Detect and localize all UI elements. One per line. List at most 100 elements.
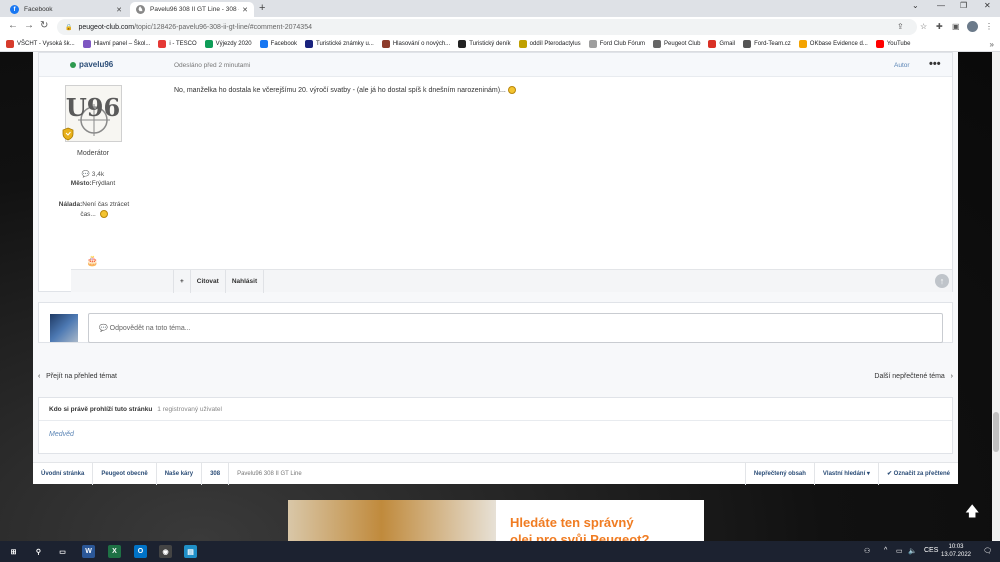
url-host: peugeot-club.com: [78, 23, 135, 31]
bookmark-item[interactable]: Ford Club Fórum: [588, 40, 645, 48]
bookmark-item[interactable]: Facebook: [259, 40, 297, 48]
address-bar[interactable]: 🔒 peugeot-club.com/topic/128426-pavelu96…: [57, 19, 917, 35]
add-reaction-button[interactable]: +: [173, 269, 190, 293]
outlook-icon[interactable]: O: [134, 545, 147, 558]
bookmark-item[interactable]: i - TESCO: [158, 40, 197, 48]
reply-box: 💬 Odpovědět na toto téma...: [38, 302, 953, 343]
mark-read-button[interactable]: ✔ Označit za přečtené: [877, 462, 958, 485]
bookmark-item[interactable]: Hlavní panel – Škol...: [82, 40, 150, 48]
bookmark-favicon-icon: [875, 40, 884, 48]
breadcrumb-item[interactable]: Peugeot obecně: [93, 462, 157, 485]
reload-icon[interactable]: ↻: [40, 20, 48, 31]
people-icon[interactable]: ⚇: [864, 547, 870, 555]
prev-topic-label: Přejít na přehled témat: [46, 373, 117, 380]
minimize-button[interactable]: —: [937, 1, 945, 10]
author-role: Moderátor: [77, 150, 109, 157]
chrome-icon[interactable]: ◉: [159, 545, 172, 558]
bookmark-item[interactable]: oddíl Pterodactylus: [518, 40, 581, 48]
close-tab-icon[interactable]: ✕: [116, 6, 122, 14]
author-post-count: 💬 3,4k: [81, 171, 105, 178]
bookmark-item[interactable]: Ford-Team.cz: [743, 40, 791, 48]
bookmark-label: Turistický deník: [469, 41, 511, 47]
search-icon[interactable]: ⚲: [32, 545, 45, 558]
bookmark-favicon-icon: [381, 40, 390, 48]
new-tab-button[interactable]: +: [259, 2, 265, 14]
tab-peugeot-topic[interactable]: ♞ Pavelu96 308 II GT Line - 308 - Pe ✕: [130, 2, 254, 17]
post-author-link[interactable]: pavelu96: [79, 60, 113, 69]
next-unread-link[interactable]: Další nepřečtené téma ›: [874, 373, 953, 380]
post-header: pavelu96 Odesláno před 2 minutami Autor …: [39, 53, 952, 77]
peugeot-lion-icon: ♞: [136, 5, 145, 14]
breadcrumb-item[interactable]: Úvodní stránka: [33, 462, 94, 485]
windows-start-icon[interactable]: ⊞: [7, 545, 20, 558]
forward-icon[interactable]: →: [24, 20, 34, 31]
menu-dots-icon[interactable]: ⋮: [985, 22, 993, 31]
bookmark-label: Gmail: [719, 41, 736, 47]
scroll-to-top-icon[interactable]: ↑: [935, 274, 949, 288]
bookmark-item[interactable]: Turistický deník: [458, 40, 511, 48]
breadcrumb-item[interactable]: Naše káry: [157, 462, 203, 485]
bookmark-favicon-icon: [708, 40, 717, 48]
current-user-avatar: [50, 314, 78, 342]
bookmark-item[interactable]: Hlasování o nových...: [381, 40, 450, 48]
extensions-icon[interactable]: ✚: [936, 22, 943, 31]
bookmark-item[interactable]: YouTube: [875, 40, 910, 48]
bookmark-item[interactable]: Peugeot Club: [653, 40, 700, 48]
clock[interactable]: 10:03 13.07.2022: [940, 543, 972, 559]
maximize-button[interactable]: ❐: [960, 1, 967, 10]
bookmark-star-icon[interactable]: ☆: [920, 22, 927, 31]
viewer-user-link[interactable]: Medvěd: [49, 431, 74, 438]
advertisement-banner[interactable]: Hledáte ten správný olej pro svůj Peugeo…: [288, 500, 704, 541]
prev-topic-link[interactable]: ‹ Přejít na přehled témat: [38, 373, 117, 380]
city-value: Frýdlant: [91, 180, 116, 187]
reply-input[interactable]: 💬 Odpovědět na toto téma...: [88, 313, 943, 343]
lock-icon: 🔒: [65, 24, 73, 31]
bookmark-item[interactable]: Výjezdy 2020: [204, 40, 252, 48]
city-label: Město:: [70, 180, 92, 187]
share-icon[interactable]: ⇪: [897, 22, 904, 31]
bookmark-favicon-icon: [798, 40, 807, 48]
notifications-icon[interactable]: 🗨: [983, 547, 992, 555]
bookmark-label: oddíl Pterodactylus: [529, 41, 581, 47]
bookmark-item[interactable]: OKbase Evidence d...: [798, 40, 868, 48]
tray-chevron-icon[interactable]: ^: [884, 547, 887, 554]
custom-search-dropdown[interactable]: Vlastní hledání ▾: [813, 462, 878, 485]
report-button[interactable]: Nahlásit: [224, 269, 265, 293]
bookmark-label: Turistické známky u...: [316, 41, 374, 47]
scrollbar-thumb[interactable]: [993, 412, 999, 452]
close-tab-icon[interactable]: ✕: [242, 6, 248, 14]
mood-label: Nálada:: [58, 201, 83, 208]
bookmark-item[interactable]: Gmail: [708, 40, 735, 48]
breadcrumb-item[interactable]: 308: [202, 462, 230, 485]
bookmark-favicon-icon: [6, 40, 14, 48]
bookmark-item[interactable]: VŠCHT - Vysoká šk...: [6, 40, 75, 48]
profile-avatar[interactable]: [967, 21, 978, 32]
back-to-top-icon[interactable]: 🡅: [965, 501, 979, 525]
network-icon[interactable]: ▭: [896, 547, 903, 555]
author-mood: Nálada:Není čas ztrácet čas...: [53, 200, 135, 220]
post-timestamp[interactable]: Odesláno před 2 minutami: [174, 62, 250, 69]
back-icon[interactable]: ←: [8, 20, 18, 31]
language-indicator[interactable]: CES: [924, 547, 938, 554]
tab-search-icon[interactable]: ⌄: [912, 1, 919, 10]
bookmarks-more-icon[interactable]: »: [990, 40, 994, 49]
app-icon[interactable]: ▤: [184, 545, 197, 558]
quote-button[interactable]: Citovat: [189, 269, 225, 293]
author-badge: Autor: [894, 62, 910, 69]
task-view-icon[interactable]: ▭: [56, 545, 69, 558]
bookmark-item[interactable]: Turistické známky u...: [305, 40, 374, 48]
volume-icon[interactable]: 🔈: [908, 547, 917, 555]
browser-tab-bar: f Facebook ✕ ♞ Pavelu96 308 II GT Line -…: [0, 0, 1000, 17]
close-window-button[interactable]: ✕: [984, 1, 991, 10]
word-icon[interactable]: W: [82, 545, 95, 558]
post-options-icon[interactable]: •••: [929, 58, 941, 70]
clock-date: 13.07.2022: [940, 552, 972, 558]
url-path: /topic/128426-pavelu96-308-ii-gt-line/#c…: [134, 23, 312, 31]
excel-icon[interactable]: X: [108, 545, 121, 558]
bookmark-label: i - TESCO: [169, 41, 197, 47]
tab-facebook[interactable]: f Facebook ✕: [4, 2, 128, 17]
bookmark-label: Ford-Team.cz: [754, 41, 791, 47]
page-scrollbar[interactable]: [992, 52, 1000, 541]
unread-content-link[interactable]: Nepřečtený obsah: [744, 462, 814, 485]
side-panel-icon[interactable]: ▣: [952, 22, 960, 31]
